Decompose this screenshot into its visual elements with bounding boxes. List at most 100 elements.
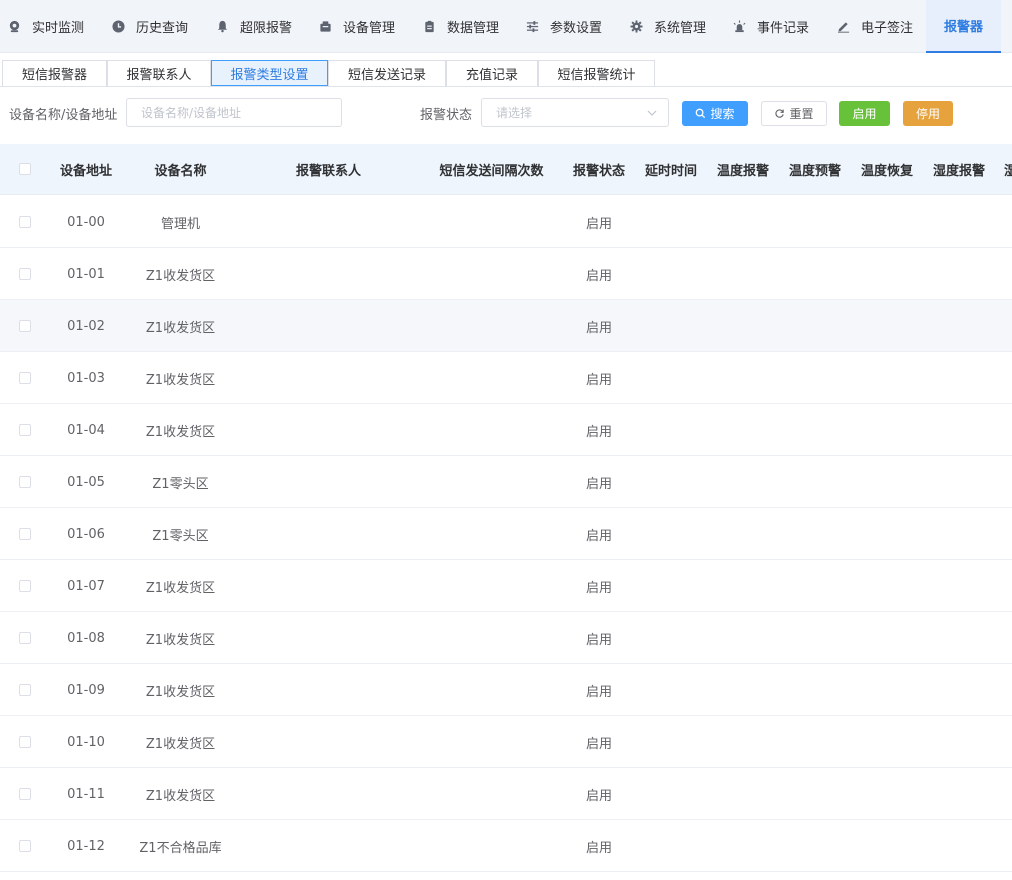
table-row[interactable]: 01-06 Z1零头区 启用 (0, 508, 1012, 560)
row-checkbox[interactable] (19, 320, 31, 332)
column-header[interactable]: 短信发送间隔次数 (420, 144, 563, 195)
column-header[interactable]: 温度恢复 (851, 144, 923, 195)
row-checkbox[interactable] (19, 580, 31, 592)
cell-address: 01-08 (67, 630, 105, 646)
nav-item-realtime[interactable]: 实时监测 (7, 0, 84, 53)
nav-item-data-management[interactable]: 数据管理 (422, 0, 499, 53)
nav-item-system-management[interactable]: 系统管理 (629, 0, 706, 53)
search-icon (695, 108, 706, 119)
row-checkbox[interactable] (19, 268, 31, 280)
nav-label: 电子签注 (861, 21, 914, 36)
tab-recharge-records[interactable]: 充值记录 (446, 60, 538, 86)
row-checkbox[interactable] (19, 632, 31, 644)
nav-item-history[interactable]: 历史查询 (111, 0, 188, 53)
cell-address: 01-01 (67, 266, 105, 282)
table-row[interactable]: 01-12 Z1不合格品库 启用 (0, 820, 1012, 872)
cell-device-name: Z1不合格品库 (139, 840, 222, 856)
tab-alarm-contacts[interactable]: 报警联系人 (107, 60, 211, 86)
top-nav: 实时监测 历史查询 超限报警 设备管理 数据管理 参数设置 系统管理 事件记录 … (0, 0, 1012, 53)
nav-label: 事件记录 (757, 21, 810, 36)
row-checkbox[interactable] (19, 476, 31, 488)
table-row[interactable]: 01-10 Z1收发货区 启用 (0, 716, 1012, 768)
table-row[interactable]: 01-00 管理机 启用 (0, 196, 1012, 248)
column-header[interactable]: 设备名称 (124, 144, 237, 195)
row-checkbox[interactable] (19, 372, 31, 384)
cell-alarm-status: 启用 (585, 476, 612, 492)
search-button[interactable]: 搜索 (682, 101, 748, 126)
cell-device-name: Z1收发货区 (145, 424, 216, 440)
column-header[interactable]: 报警状态 (563, 144, 635, 195)
table-row[interactable]: 01-09 Z1收发货区 启用 (0, 664, 1012, 716)
nav-label: 系统管理 (654, 21, 707, 36)
disable-button[interactable]: 停用 (903, 101, 953, 126)
row-checkbox[interactable] (19, 424, 31, 436)
nav-item-parameter-settings[interactable]: 参数设置 (525, 0, 602, 53)
cell-address: 01-09 (67, 682, 105, 698)
cell-alarm-status: 启用 (585, 788, 612, 804)
cell-alarm-status: 启用 (585, 580, 612, 596)
table-row[interactable]: 01-08 Z1收发货区 启用 (0, 612, 1012, 664)
table-row[interactable]: 01-07 Z1收发货区 启用 (0, 560, 1012, 612)
alarm-status-placeholder: 请选择 (496, 106, 533, 120)
nav-label: 历史查询 (136, 21, 189, 36)
enable-button[interactable]: 启用 (839, 101, 890, 126)
nav-item-device-management[interactable]: 设备管理 (318, 0, 395, 53)
row-checkbox[interactable] (19, 840, 31, 852)
reset-button[interactable]: 重置 (761, 101, 827, 126)
tab-sms-alarm-device[interactable]: 短信报警器 (2, 60, 107, 86)
column-header[interactable]: 湿度报警 (923, 144, 995, 195)
column-header[interactable]: 温度预警 (779, 144, 851, 195)
row-checkbox[interactable] (19, 736, 31, 748)
cell-alarm-status: 启用 (585, 216, 612, 232)
cell-address: 01-02 (67, 318, 105, 334)
column-header[interactable]: 设备地址 (48, 144, 124, 195)
table-row[interactable]: 01-02 Z1收发货区 启用 (0, 300, 1012, 352)
nav-item-e-signature[interactable]: 电子签注 (836, 0, 913, 53)
row-checkbox[interactable] (19, 788, 31, 800)
nav-item-alarm-device[interactable]: 报警器 (926, 0, 1001, 53)
column-header[interactable]: 延时时间 (635, 144, 707, 195)
column-header[interactable]: 报警联系人 (237, 144, 420, 195)
cell-device-name: Z1零头区 (152, 528, 209, 544)
cell-alarm-status: 启用 (585, 840, 612, 856)
table-row[interactable]: 01-05 Z1零头区 启用 (0, 456, 1012, 508)
cell-alarm-status: 启用 (585, 684, 612, 700)
cell-address: 01-05 (67, 474, 105, 490)
table-row[interactable]: 01-04 Z1收发货区 启用 (0, 404, 1012, 456)
cell-alarm-status: 启用 (585, 736, 612, 752)
location-icon (7, 20, 21, 34)
cell-alarm-status: 启用 (585, 632, 612, 648)
chevron-down-icon (646, 107, 658, 122)
pen-icon (836, 20, 850, 34)
search-button-label: 搜索 (710, 107, 735, 121)
column-header[interactable]: 温度报警 (707, 144, 779, 195)
device-search-input[interactable] (126, 98, 342, 127)
nav-item-overlimit-alarm[interactable]: 超限报警 (215, 0, 292, 53)
cell-device-name: Z1零头区 (152, 476, 209, 492)
tab-alarm-type-settings[interactable]: 报警类型设置 (211, 60, 328, 86)
nav-label: 实时监测 (32, 21, 85, 36)
row-checkbox[interactable] (19, 684, 31, 696)
column-header[interactable]: 湿 (1004, 144, 1012, 195)
table-row[interactable]: 01-11 Z1收发货区 启用 (0, 768, 1012, 820)
nav-label: 参数设置 (550, 21, 603, 36)
nav-item-event-records[interactable]: 事件记录 (732, 0, 809, 53)
row-checkbox[interactable] (19, 216, 31, 228)
table-row[interactable]: 01-01 Z1收发货区 启用 (0, 248, 1012, 300)
row-checkbox[interactable] (19, 528, 31, 540)
alarm-status-select[interactable]: 请选择 (481, 98, 669, 127)
cell-address: 01-11 (67, 786, 105, 802)
cell-device-name: Z1收发货区 (145, 736, 216, 752)
refresh-icon (774, 108, 785, 119)
cell-device-name: Z1收发货区 (145, 632, 216, 648)
select-all-checkbox[interactable] (19, 163, 31, 175)
tab-sms-send-records[interactable]: 短信发送记录 (328, 60, 446, 86)
cell-address: 01-07 (67, 578, 105, 594)
cell-address: 01-12 (67, 838, 105, 854)
alarm-light-icon (732, 20, 746, 34)
cell-alarm-status: 启用 (585, 268, 612, 284)
clipboard-icon (422, 20, 436, 34)
cell-device-name: Z1收发货区 (145, 268, 216, 284)
table-row[interactable]: 01-03 Z1收发货区 启用 (0, 352, 1012, 404)
tab-sms-alarm-statistics[interactable]: 短信报警统计 (538, 60, 655, 86)
